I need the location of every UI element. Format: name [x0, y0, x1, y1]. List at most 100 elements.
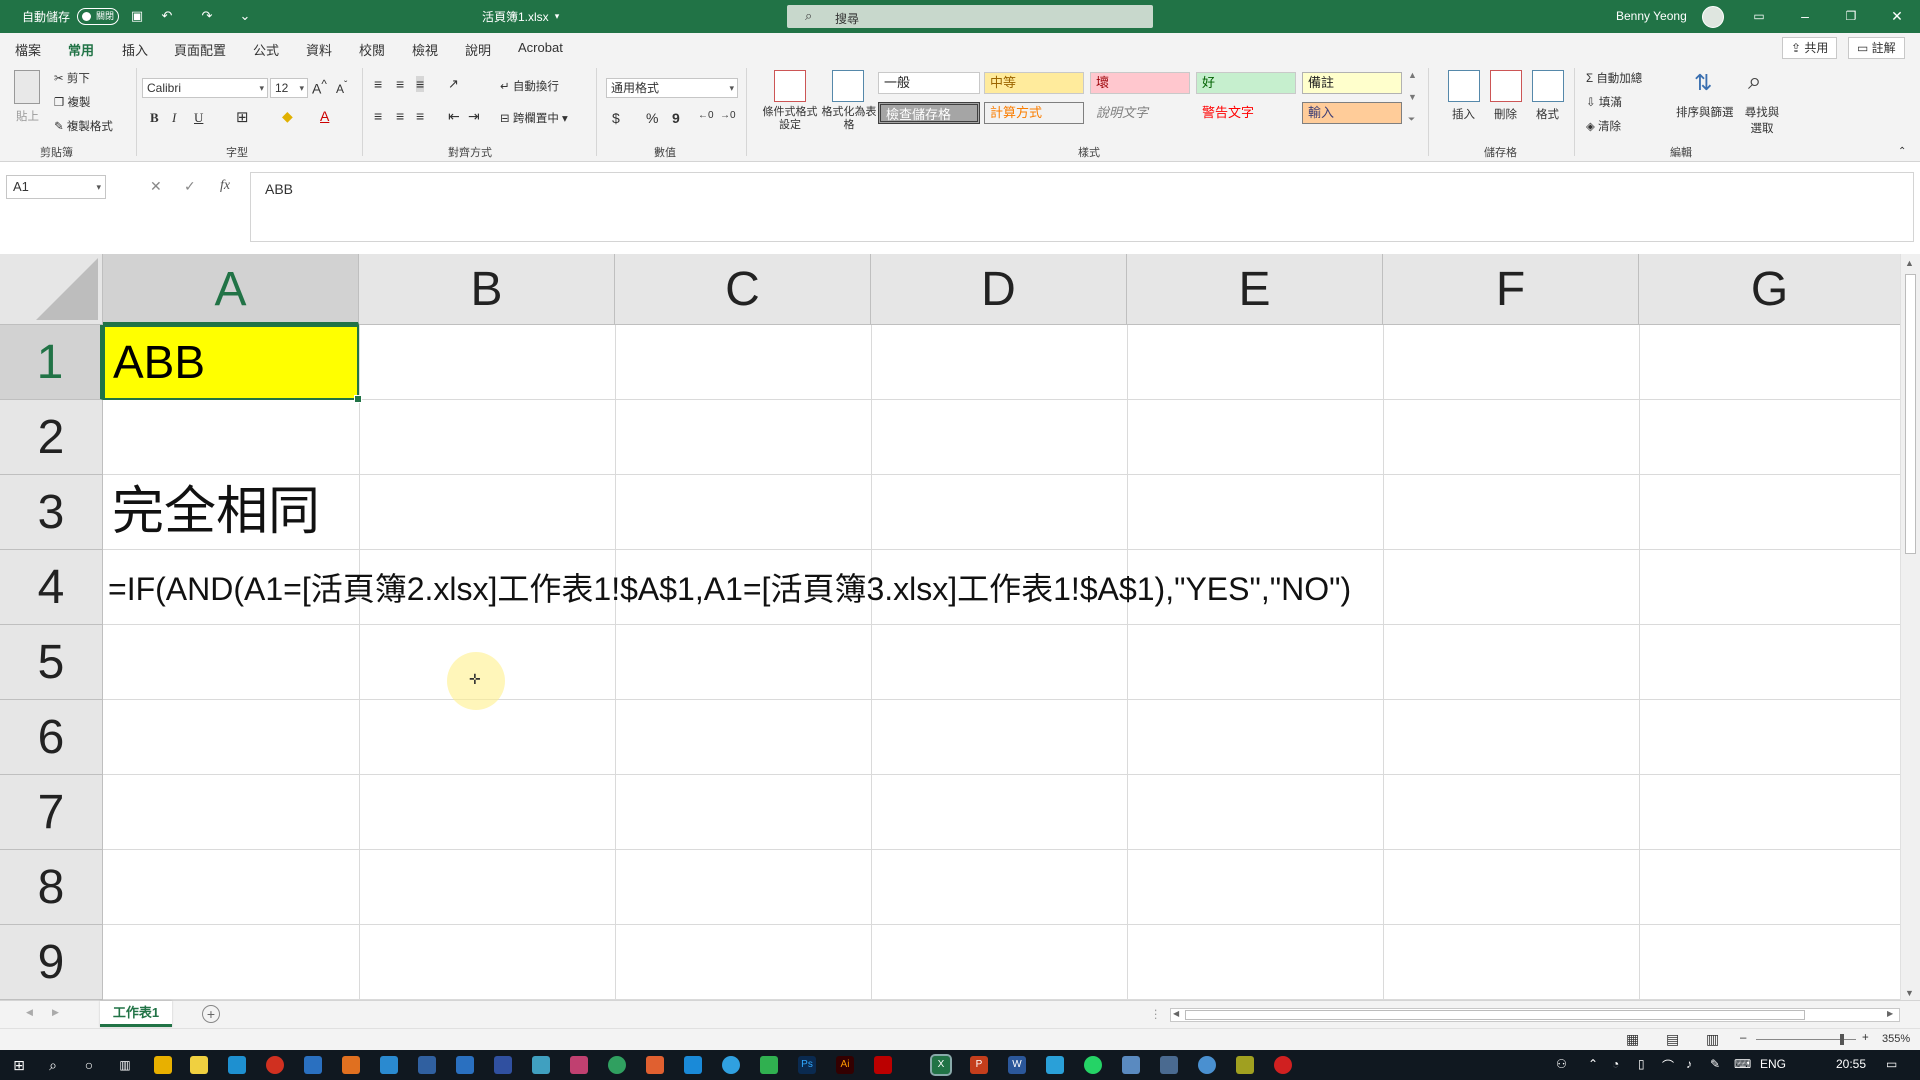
column-header-e[interactable]: E — [1127, 254, 1383, 325]
app-icon[interactable] — [342, 1056, 360, 1074]
app-icon[interactable] — [532, 1056, 550, 1074]
normal-view-icon[interactable]: ▦ — [1626, 1031, 1639, 1048]
volume-icon[interactable]: ♪ — [1686, 1057, 1692, 1071]
percent-button[interactable]: % — [646, 110, 658, 126]
minimize-icon[interactable]: – — [1790, 6, 1820, 26]
number-format-combo[interactable]: 通用格式 ▾ — [606, 78, 738, 98]
cell-a3[interactable]: 完全相同 — [112, 475, 320, 550]
user-name[interactable]: Benny Yeong — [1616, 9, 1687, 23]
redo-icon[interactable]: ↷ — [198, 7, 216, 25]
align-left-icon[interactable]: ≡ — [374, 108, 382, 124]
app-icon[interactable] — [684, 1056, 702, 1074]
share-button[interactable]: ⇪ 共用 — [1782, 37, 1838, 59]
delete-cells-button[interactable]: 刪除 — [1494, 106, 1517, 122]
row-header-7[interactable]: 7 — [0, 775, 103, 850]
tab-help[interactable]: 說明 — [465, 40, 491, 59]
styles-scroll-up-icon[interactable]: ▲ — [1408, 70, 1417, 80]
search-box[interactable]: ⌕ 搜尋 — [787, 5, 1153, 28]
clock[interactable]: 20:55 — [1836, 1057, 1866, 1071]
merge-center-button[interactable]: ⊟ 跨欄置中 ▾ — [500, 110, 568, 126]
column-header-f[interactable]: F — [1383, 254, 1639, 325]
autosave-toggle[interactable]: 關閉 — [77, 8, 119, 25]
fill-button[interactable]: ⇩ 填滿 — [1586, 94, 1622, 110]
scroll-right-icon[interactable]: ▶ — [1887, 1009, 1893, 1018]
app-icon[interactable] — [380, 1056, 398, 1074]
shrink-font-button[interactable]: Aˇ — [336, 80, 347, 96]
row-header-8[interactable]: 8 — [0, 850, 103, 925]
tab-data[interactable]: 資料 — [306, 40, 332, 59]
collapse-ribbon-icon[interactable]: ⌃ — [1898, 146, 1906, 157]
paste-label[interactable]: 貼上 — [16, 108, 39, 124]
styles-more-icon[interactable]: ⏷ — [1408, 114, 1415, 125]
task-view-icon[interactable]: ▥ — [116, 1056, 134, 1074]
format-as-table-icon[interactable] — [832, 70, 864, 102]
style-check-cell[interactable]: 檢查儲存格 — [878, 102, 980, 124]
whatsapp-icon[interactable] — [1084, 1056, 1102, 1074]
zoom-slider[interactable] — [1756, 1034, 1856, 1045]
sort-filter-icon[interactable]: ⇅ — [1694, 70, 1712, 96]
cortana-icon[interactable]: ○ — [80, 1056, 98, 1074]
underline-button[interactable]: U — [194, 110, 203, 126]
people-icon[interactable]: ⚇ — [1556, 1057, 1567, 1071]
row-header-2[interactable]: 2 — [0, 400, 103, 475]
copy-button[interactable]: ❐ 複製 — [54, 94, 91, 110]
styles-scroll-down-icon[interactable]: ▼ — [1408, 92, 1417, 102]
style-good[interactable]: 好 — [1196, 72, 1296, 94]
prev-sheet-icon[interactable]: ◀ — [26, 1007, 33, 1018]
app-icon[interactable] — [494, 1056, 512, 1074]
enter-formula-icon[interactable]: ✓ — [184, 178, 196, 195]
horizontal-scroll-thumb[interactable] — [1185, 1010, 1805, 1020]
close-icon[interactable]: ✕ — [1882, 6, 1912, 26]
column-header-c[interactable]: C — [615, 254, 871, 325]
align-center-icon[interactable]: ≡ — [396, 108, 404, 124]
increase-decimal-icon[interactable]: ←0 — [698, 110, 714, 121]
app-icon[interactable] — [1046, 1056, 1064, 1074]
app-icon[interactable] — [304, 1056, 322, 1074]
app-icon[interactable] — [1236, 1056, 1254, 1074]
align-top-icon[interactable]: ≡ — [374, 76, 382, 92]
scroll-left-icon[interactable]: ◀ — [1173, 1009, 1179, 1018]
save-icon[interactable]: ▣ — [128, 7, 146, 25]
formula-input[interactable]: ABB — [250, 172, 1914, 242]
insert-cells-icon[interactable] — [1448, 70, 1480, 102]
add-sheet-button[interactable]: + — [202, 1005, 220, 1023]
cancel-formula-icon[interactable]: ✕ — [150, 178, 162, 195]
format-as-table-button[interactable]: 格式化為表格 — [820, 106, 878, 132]
tab-insert[interactable]: 插入 — [122, 40, 148, 59]
tab-review[interactable]: 校閱 — [359, 40, 385, 59]
sort-filter-button[interactable]: 排序與篩選 — [1676, 104, 1734, 120]
app-icon[interactable] — [646, 1056, 664, 1074]
wifi-icon[interactable]: ⌒ — [1662, 1057, 1674, 1074]
app-icon[interactable] — [418, 1056, 436, 1074]
tab-home[interactable]: 常用 — [65, 40, 97, 66]
orientation-icon[interactable]: ↗ — [448, 76, 459, 92]
format-cells-button[interactable]: 格式 — [1536, 106, 1559, 122]
file-name[interactable]: 活頁簿1.xlsx — [482, 8, 549, 25]
tab-view[interactable]: 檢視 — [412, 40, 438, 59]
find-select-button[interactable]: 尋找與選取 — [1740, 104, 1784, 136]
format-cells-icon[interactable] — [1532, 70, 1564, 102]
language-indicator[interactable]: ENG — [1760, 1057, 1786, 1071]
wrap-text-button[interactable]: ↵ 自動換行 — [500, 78, 559, 94]
tab-file[interactable]: 檔案 — [15, 40, 41, 59]
name-box[interactable]: A1 ▾ — [6, 175, 106, 199]
customize-toolbar-icon[interactable]: ⌄ — [236, 7, 254, 25]
increase-indent-icon[interactable]: ⇥ — [468, 108, 480, 125]
row-header-5[interactable]: 5 — [0, 625, 103, 700]
filename-chevron-icon[interactable]: ▾ — [548, 7, 566, 25]
style-calculation[interactable]: 計算方式 — [984, 102, 1084, 124]
file-explorer-icon[interactable] — [154, 1056, 172, 1074]
horizontal-scrollbar[interactable]: ◀ ▶ — [1170, 1008, 1900, 1022]
column-header-g[interactable]: G — [1639, 254, 1900, 325]
zoom-level[interactable]: 355% — [1882, 1033, 1910, 1045]
font-size-combo[interactable]: 12 ▾ — [270, 78, 308, 98]
next-sheet-icon[interactable]: ▶ — [52, 1007, 59, 1018]
grow-font-button[interactable]: A^ — [312, 78, 327, 97]
paste-icon[interactable] — [14, 70, 40, 104]
align-middle-icon[interactable]: ≡ — [396, 76, 404, 92]
record-app-icon[interactable] — [266, 1056, 284, 1074]
fill-handle[interactable] — [354, 395, 362, 403]
style-explanatory[interactable]: 說明文字 — [1090, 102, 1190, 124]
fill-color-icon[interactable]: ◆ — [282, 108, 293, 125]
column-header-a[interactable]: A — [103, 254, 359, 325]
